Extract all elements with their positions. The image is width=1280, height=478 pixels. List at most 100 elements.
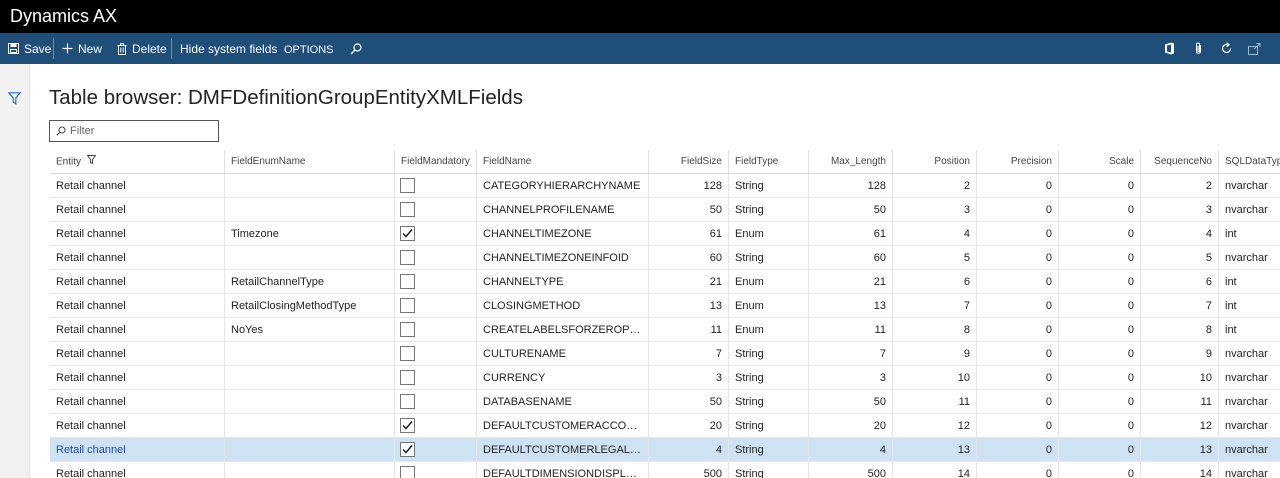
position-cell[interactable]: 12 <box>892 414 976 438</box>
sequenceno-cell[interactable]: 9 <box>1140 342 1218 366</box>
fieldsize-cell[interactable]: 13 <box>648 294 728 318</box>
table-row-selected[interactable]: Retail channel DEFAULTCUSTOMERLEGALENTI..… <box>50 438 1280 462</box>
table-row[interactable]: Retail channel CATEGORYHIERARCHYNAME 128 St… <box>50 174 1280 198</box>
table-row[interactable]: Retail channel Timezone CHANNELTIMEZONE 61 E… <box>50 222 1280 246</box>
scale-cell[interactable]: 0 <box>1058 414 1140 438</box>
position-cell[interactable]: 9 <box>892 342 976 366</box>
fieldtype-cell[interactable]: String <box>728 390 808 414</box>
entity-cell[interactable]: Retail channel <box>50 342 224 366</box>
max-length-cell[interactable]: 50 <box>808 390 892 414</box>
precision-cell[interactable]: 0 <box>976 414 1058 438</box>
fieldsize-cell[interactable]: 20 <box>648 414 728 438</box>
options-tab[interactable]: OPTIONS <box>284 34 334 65</box>
new-button[interactable]: New <box>62 33 102 64</box>
column-header-fieldname[interactable]: FieldName <box>476 150 648 174</box>
column-header-fieldsize[interactable]: FieldSize <box>648 150 728 174</box>
column-header-max-length[interactable]: Max_Length <box>808 150 892 174</box>
fieldenumname-cell[interactable] <box>224 462 394 478</box>
scale-cell[interactable]: 0 <box>1058 366 1140 390</box>
fieldsize-cell[interactable]: 4 <box>648 438 728 462</box>
search-button[interactable] <box>350 33 362 64</box>
fieldsize-cell[interactable]: 500 <box>648 462 728 478</box>
max-length-cell[interactable]: 60 <box>808 246 892 270</box>
fieldname-cell[interactable]: CLOSINGMETHOD <box>476 294 648 318</box>
precision-cell[interactable]: 0 <box>976 270 1058 294</box>
fieldsize-cell[interactable]: 21 <box>648 270 728 294</box>
fieldtype-cell[interactable]: String <box>728 342 808 366</box>
fieldname-cell[interactable]: DEFAULTCUSTOMERLEGALENTI... <box>476 438 648 462</box>
table-row[interactable]: Retail channel CHANNELPROFILENAME 50 String… <box>50 198 1280 222</box>
sequenceno-cell[interactable]: 13 <box>1140 438 1218 462</box>
scale-cell[interactable]: 0 <box>1058 174 1140 198</box>
sequenceno-cell[interactable]: 2 <box>1140 174 1218 198</box>
fieldenumname-cell[interactable] <box>224 366 394 390</box>
max-length-cell[interactable]: 61 <box>808 222 892 246</box>
mandatory-checkbox[interactable] <box>400 442 415 457</box>
fieldname-cell[interactable]: CHANNELTIMEZONEINFOID <box>476 246 648 270</box>
sqldatatype-cell[interactable]: int <box>1218 222 1280 246</box>
column-header-sequenceno[interactable]: SequenceNo <box>1140 150 1218 174</box>
fieldname-cell[interactable]: CULTURENAME <box>476 342 648 366</box>
fieldtype-cell[interactable]: String <box>728 366 808 390</box>
table-row[interactable]: Retail channel NoYes CREATELABELSFORZEROPR… <box>50 318 1280 342</box>
entity-cell[interactable]: Retail channel <box>50 318 224 342</box>
precision-cell[interactable]: 0 <box>976 246 1058 270</box>
entity-cell[interactable]: Retail channel <box>50 198 224 222</box>
fieldenumname-cell[interactable] <box>224 390 394 414</box>
column-header-precision[interactable]: Precision <box>976 150 1058 174</box>
table-row[interactable]: Retail channel DEFAULTDIMENSIONDISPLAYV..… <box>50 462 1280 478</box>
fieldenumname-cell[interactable] <box>224 174 394 198</box>
scale-cell[interactable]: 0 <box>1058 342 1140 366</box>
fieldenumname-cell[interactable] <box>224 438 394 462</box>
sqldatatype-cell[interactable]: nvarchar <box>1218 366 1280 390</box>
mandatory-checkbox[interactable] <box>400 274 415 289</box>
sqldatatype-cell[interactable]: nvarchar <box>1218 342 1280 366</box>
sequenceno-cell[interactable]: 5 <box>1140 246 1218 270</box>
scale-cell[interactable]: 0 <box>1058 390 1140 414</box>
fieldsize-cell[interactable]: 61 <box>648 222 728 246</box>
funnel-icon[interactable] <box>7 92 22 110</box>
sequenceno-cell[interactable]: 4 <box>1140 222 1218 246</box>
fieldsize-cell[interactable]: 7 <box>648 342 728 366</box>
fieldenumname-cell[interactable] <box>224 342 394 366</box>
scale-cell[interactable]: 0 <box>1058 246 1140 270</box>
precision-cell[interactable]: 0 <box>976 222 1058 246</box>
filter-field[interactable] <box>49 120 219 142</box>
precision-cell[interactable]: 0 <box>976 390 1058 414</box>
fieldsize-cell[interactable]: 50 <box>648 198 728 222</box>
fieldtype-cell[interactable]: String <box>728 414 808 438</box>
position-cell[interactable]: 7 <box>892 294 976 318</box>
save-button[interactable]: Save <box>8 33 51 64</box>
sequenceno-cell[interactable]: 14 <box>1140 462 1218 478</box>
column-header-entity[interactable]: Entity <box>50 150 224 174</box>
fieldenumname-cell[interactable]: RetailChannelType <box>224 270 394 294</box>
entity-cell[interactable]: Retail channel <box>50 270 224 294</box>
table-row[interactable]: Retail channel RetailClosingMethodType CLO… <box>50 294 1280 318</box>
sqldatatype-cell[interactable]: nvarchar <box>1218 462 1280 478</box>
sqldatatype-cell[interactable]: nvarchar <box>1218 198 1280 222</box>
fieldsize-cell[interactable]: 11 <box>648 318 728 342</box>
sequenceno-cell[interactable]: 10 <box>1140 366 1218 390</box>
position-cell[interactable]: 4 <box>892 222 976 246</box>
fieldname-cell[interactable]: DATABASENAME <box>476 390 648 414</box>
sqldatatype-cell[interactable]: nvarchar <box>1218 390 1280 414</box>
sequenceno-cell[interactable]: 7 <box>1140 294 1218 318</box>
precision-cell[interactable]: 0 <box>976 294 1058 318</box>
position-cell[interactable]: 6 <box>892 270 976 294</box>
precision-cell[interactable]: 0 <box>976 462 1058 478</box>
fieldname-cell[interactable]: CHANNELTIMEZONE <box>476 222 648 246</box>
fieldenumname-cell[interactable]: RetailClosingMethodType <box>224 294 394 318</box>
position-cell[interactable]: 3 <box>892 198 976 222</box>
sqldatatype-cell[interactable]: int <box>1218 294 1280 318</box>
precision-cell[interactable]: 0 <box>976 174 1058 198</box>
delete-button[interactable]: Delete <box>117 33 167 64</box>
filter-input[interactable] <box>70 125 210 137</box>
entity-cell[interactable]: Retail channel <box>50 438 224 462</box>
fieldname-cell[interactable]: DEFAULTDIMENSIONDISPLAYV... <box>476 462 648 478</box>
fieldsize-cell[interactable]: 60 <box>648 246 728 270</box>
mandatory-checkbox[interactable] <box>400 202 415 217</box>
table-row[interactable]: Retail channel DATABASENAME 50 String 50 11 0 0… <box>50 390 1280 414</box>
precision-cell[interactable]: 0 <box>976 366 1058 390</box>
scale-cell[interactable]: 0 <box>1058 318 1140 342</box>
scale-cell[interactable]: 0 <box>1058 198 1140 222</box>
